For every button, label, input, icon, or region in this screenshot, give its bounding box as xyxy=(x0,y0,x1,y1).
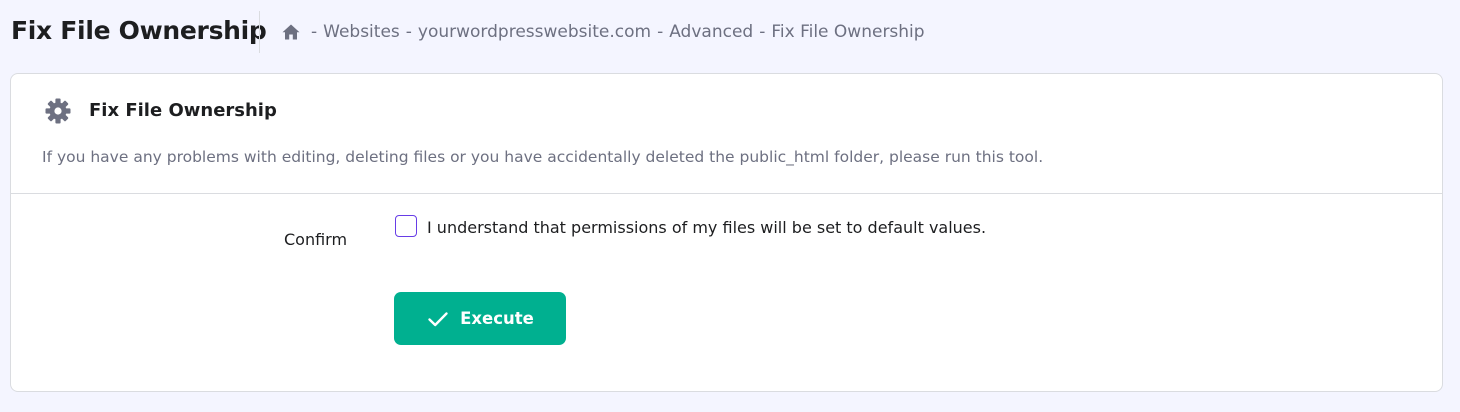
confirm-label: Confirm xyxy=(284,230,348,249)
card-header: Fix File Ownership If you have any probl… xyxy=(11,74,1442,194)
card-title: Fix File Ownership xyxy=(89,100,277,121)
breadcrumb-separator: - xyxy=(759,22,766,42)
header-divider xyxy=(259,11,260,53)
breadcrumb-separator: - xyxy=(405,22,412,42)
fix-file-ownership-card: Fix File Ownership If you have any probl… xyxy=(10,73,1443,392)
breadcrumb-item-websites[interactable]: Websites xyxy=(323,22,400,42)
gear-icon xyxy=(44,97,72,125)
breadcrumb-separator: - xyxy=(657,22,664,42)
confirm-checkbox[interactable] xyxy=(395,215,417,237)
card-description: If you have any problems with editing, d… xyxy=(42,148,1044,166)
breadcrumb-item-website[interactable]: yourwordpresswebsite.com xyxy=(418,22,651,42)
breadcrumb-item-current: Fix File Ownership xyxy=(771,22,925,42)
page-header: Fix File Ownership - Websites - yourword… xyxy=(0,0,1460,64)
breadcrumb-item-advanced[interactable]: Advanced xyxy=(669,22,753,42)
check-icon xyxy=(426,307,450,331)
execute-button-label: Execute xyxy=(460,309,534,328)
breadcrumb-separator: - xyxy=(311,22,318,42)
page-title: Fix File Ownership xyxy=(11,16,267,45)
execute-button[interactable]: Execute xyxy=(394,292,566,345)
home-icon[interactable] xyxy=(281,22,301,42)
breadcrumb: - Websites - yourwordpresswebsite.com - … xyxy=(281,20,925,44)
confirm-checkbox-label[interactable]: I understand that permissions of my file… xyxy=(427,216,986,240)
